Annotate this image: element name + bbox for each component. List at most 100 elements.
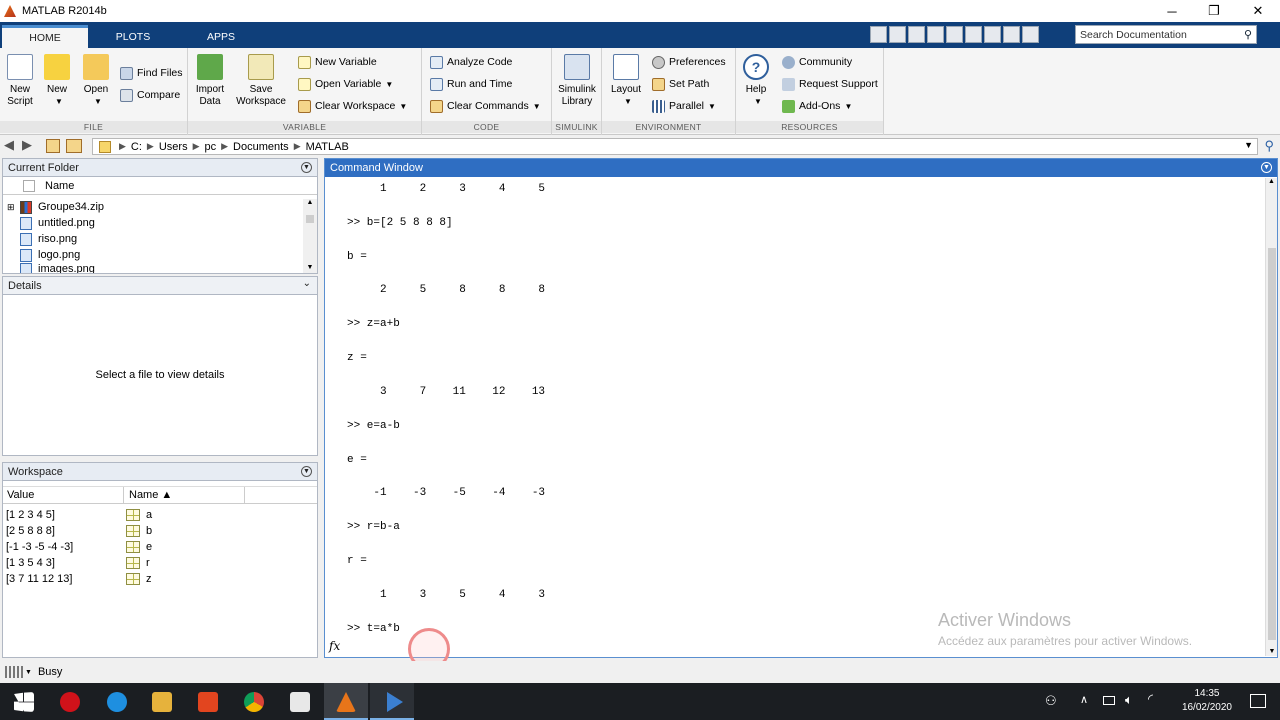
browse-folder-icon[interactable] [66,139,82,153]
opera-icon[interactable] [60,692,80,712]
up-folder-icon[interactable] [46,139,60,153]
panel-menu-icon[interactable]: ▼ [301,162,312,173]
media-app-taskbar-button[interactable] [370,683,414,720]
scroll-down-icon[interactable]: ▼ [303,264,317,271]
edge-icon[interactable] [107,692,127,712]
list-item[interactable]: logo.png [7,247,104,263]
restore-button[interactable]: ❐ [1192,0,1236,22]
community-button[interactable]: Community [782,53,852,71]
panel-menu-icon[interactable]: ▼ [301,466,312,477]
group-label-variable: VARIABLE [188,121,421,133]
clear-workspace-button[interactable]: Clear Workspace ▼ [298,97,407,115]
minimize-button[interactable]: ─ [1150,0,1194,22]
chevron-down-icon[interactable]: ⌄ [303,278,311,289]
show-hidden-icons-icon[interactable]: ∧ [1080,693,1088,706]
command-output[interactable]: 1 2 3 4 5 >> b=[2 5 8 8 8] b = 2 5 8 8 8… [347,181,545,637]
command-window[interactable]: Command Window ▼ 1 2 3 4 5 >> b=[2 5 8 8… [324,158,1278,658]
volume-icon[interactable]: 🔈︎ [1125,692,1133,708]
simulink-library-button[interactable]: Simulink Library [554,52,600,108]
people-icon[interactable]: ⚇ [1045,693,1057,709]
battery-icon[interactable] [1103,696,1115,705]
windows-start-icon[interactable] [14,692,34,712]
file-explorer-icon[interactable] [152,692,172,712]
table-row[interactable]: [2 5 8 8 8] b [6,523,306,539]
close-button[interactable]: ✕ [1236,0,1280,22]
layout-button[interactable]: Layout ▼ [606,52,646,108]
table-row[interactable]: [1 3 5 4 3] r [6,555,306,571]
copy-icon[interactable] [927,26,944,43]
quick-access-icon[interactable] [870,26,887,43]
wifi-icon[interactable]: ◜ [1148,691,1153,707]
forward-arrow-icon[interactable]: ▶ [22,137,32,153]
details-header[interactable]: Details ⌄ [3,277,317,295]
matlab-icon [336,692,356,712]
breadcrumb-drive[interactable]: C: [131,141,142,153]
store-icon[interactable] [290,692,310,712]
help-icon[interactable] [1022,26,1039,43]
run-and-time-button[interactable]: Run and Time [430,75,512,93]
office-icon[interactable] [198,692,218,712]
panel-menu-icon[interactable]: ▼ [1261,162,1272,173]
cut-icon[interactable] [908,26,925,43]
list-item[interactable]: images.png [7,263,104,273]
taskbar-clock[interactable]: 14:35 16/02/2020 [1182,687,1232,715]
redo-icon[interactable] [984,26,1001,43]
command-window-scrollbar[interactable]: ▲ ▼ [1265,178,1277,656]
tab-apps[interactable]: APPS [178,25,264,48]
scroll-up-icon[interactable]: ▲ [303,199,317,206]
parallel-button[interactable]: Parallel ▼ [652,97,716,115]
tab-home[interactable]: HOME [2,25,88,48]
undo-icon[interactable] [965,26,982,43]
table-row[interactable]: [3 7 11 12 13] z [6,571,306,587]
function-browser-icon[interactable]: fx [329,639,340,653]
breadcrumb-documents[interactable]: Documents [233,141,289,153]
switch-windows-icon[interactable] [1003,26,1020,43]
matlab-taskbar-button[interactable] [324,683,368,720]
table-row[interactable]: [1 2 3 4 5] a [6,507,306,523]
name-column-header[interactable]: Name ▲ [124,487,245,503]
scroll-thumb[interactable] [1268,248,1276,640]
new-script-button[interactable]: New Script [0,52,40,108]
folder-search-icon[interactable]: ⚲ [1264,138,1274,154]
paste-icon[interactable] [946,26,963,43]
notification-center-icon[interactable] [1250,694,1266,708]
request-support-button[interactable]: Request Support [782,75,878,93]
open-variable-button[interactable]: Open Variable ▼ [298,75,393,93]
current-path-field[interactable]: ▶ C: ▶ Users ▶ pc ▶ Documents ▶ MATLAB ▼ [92,138,1258,155]
list-item[interactable]: ⊞ Groupe34.zip [7,199,104,215]
new-button[interactable]: New ▼ [37,52,77,108]
list-item[interactable]: untitled.png [7,215,104,231]
clear-workspace-dropdown-icon: ▼ [399,101,408,111]
set-path-button[interactable]: Set Path [652,75,709,93]
analyze-code-button[interactable]: Analyze Code [430,53,512,71]
save-icon[interactable] [889,26,906,43]
scroll-thumb[interactable] [306,215,314,223]
import-data-button[interactable]: Import Data [190,52,230,108]
tab-plots[interactable]: PLOTS [90,25,176,48]
search-documentation-input[interactable]: Search Documentation ⚲ [1075,25,1257,44]
new-variable-button[interactable]: New Variable [298,53,377,71]
compare-button[interactable]: Compare [120,86,180,104]
clear-commands-button[interactable]: Clear Commands ▼ [430,97,541,115]
table-row[interactable]: [-1 -3 -5 -4 -3] e [6,539,306,555]
help-button[interactable]: ? Help ▼ [736,52,776,108]
find-files-button[interactable]: Find Files [120,64,183,82]
add-ons-button[interactable]: Add-Ons ▼ [782,97,852,115]
status-dropdown-icon[interactable]: ▼ [25,669,32,676]
breadcrumb-matlab[interactable]: MATLAB [306,141,349,153]
breadcrumb-pc[interactable]: pc [205,141,217,153]
path-dropdown-icon[interactable]: ▼ [1244,140,1253,150]
scroll-up-icon[interactable]: ▲ [1266,178,1277,185]
file-list-scrollbar[interactable]: ▲ ▼ [303,199,317,273]
value-column-header[interactable]: Value [3,487,124,503]
breadcrumb-users[interactable]: Users [159,141,188,153]
chrome-icon[interactable] [244,692,264,712]
expand-icon[interactable]: ⊞ [7,202,16,213]
preferences-button[interactable]: Preferences [652,53,726,71]
list-item[interactable]: riso.png [7,231,104,247]
save-workspace-button[interactable]: Save Workspace [236,52,286,108]
back-arrow-icon[interactable]: ◀ [4,137,14,153]
scroll-down-icon[interactable]: ▼ [1266,648,1278,655]
name-column-header[interactable]: Name [3,177,317,195]
open-button[interactable]: Open ▼ [76,52,116,108]
